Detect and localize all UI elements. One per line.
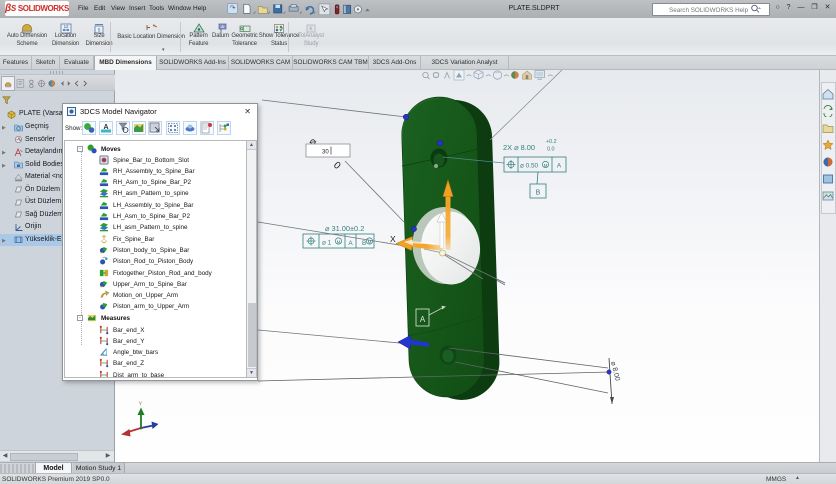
svg-text:B: B	[362, 240, 366, 247]
svg-text:⌀ 0.50: ⌀ 0.50	[520, 163, 539, 170]
svg-text:X: X	[390, 234, 396, 244]
svg-text:30: 30	[322, 150, 329, 156]
svg-text:0.0: 0.0	[547, 147, 555, 153]
svg-text:+0.2: +0.2	[546, 139, 557, 145]
svg-text:Y: Y	[139, 402, 143, 408]
svg-text:⌀ 31.00±0.2: ⌀ 31.00±0.2	[325, 224, 364, 233]
svg-text:⌀ 1: ⌀ 1	[322, 240, 332, 247]
svg-text:M: M	[337, 239, 341, 244]
svg-text:M: M	[368, 239, 372, 244]
svg-text:A: A	[557, 163, 562, 170]
svg-text:A: A	[420, 315, 426, 324]
svg-text:12: 12	[63, 24, 68, 29]
svg-text:M: M	[544, 163, 548, 168]
svg-text:A: A	[348, 240, 353, 247]
svg-text:2X ⌀ 8.00: 2X ⌀ 8.00	[503, 143, 535, 152]
svg-text:B: B	[536, 190, 541, 197]
